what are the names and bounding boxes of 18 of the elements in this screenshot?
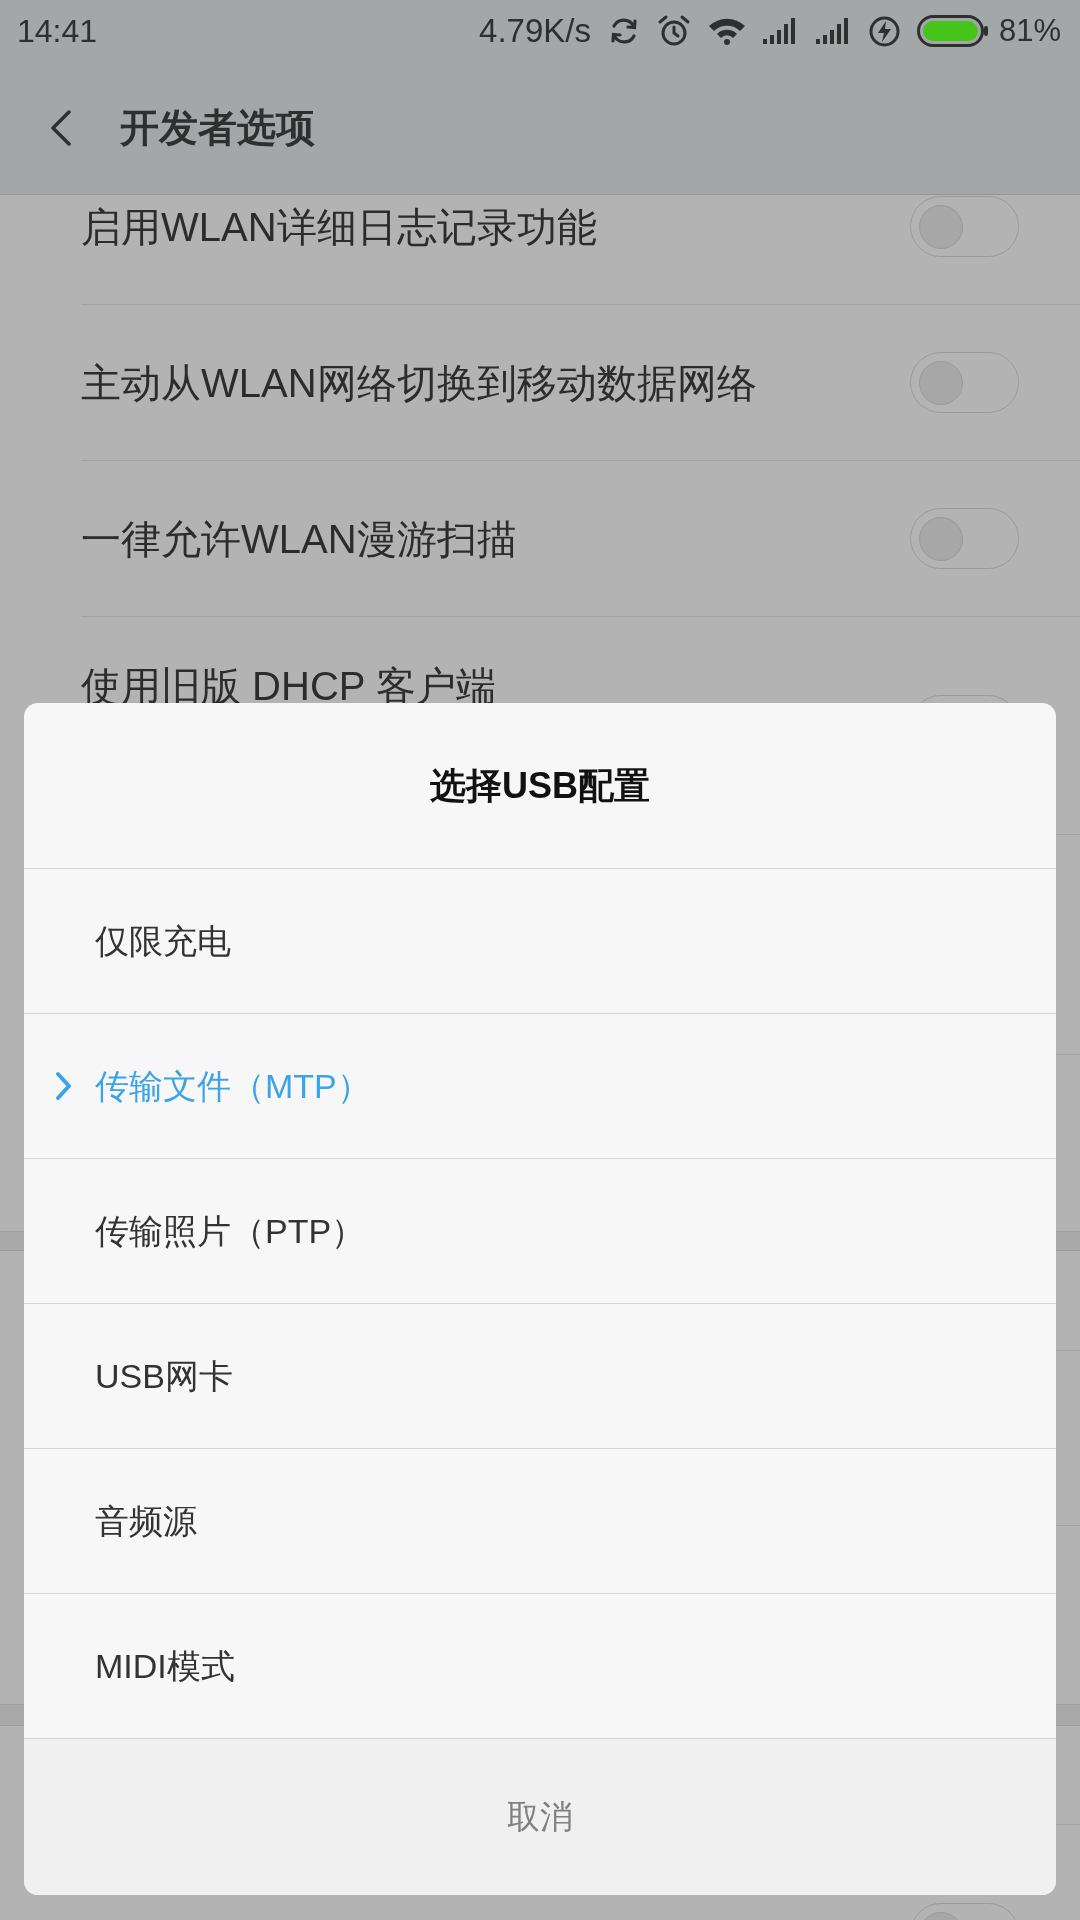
back-icon[interactable]	[50, 110, 72, 146]
alarm-clock-icon	[656, 14, 691, 48]
battery-percent: 81%	[998, 11, 1061, 50]
setting-title: 一律允许WLAN漫游扫描	[81, 515, 517, 563]
battery-icon	[916, 15, 989, 47]
setting-title: 主动从WLAN网络切换到移动数据网络	[81, 359, 757, 407]
chevron-right-icon	[55, 1071, 72, 1101]
status-time: 14:41	[17, 12, 98, 51]
usb-option[interactable]: 音频源	[24, 1449, 1056, 1594]
wifi-icon	[707, 17, 746, 45]
usb-option[interactable]: 仅限充电	[24, 869, 1056, 1014]
network-speed: 4.79K/s	[479, 11, 591, 52]
page-title: 开发者选项	[120, 104, 315, 151]
usb-option[interactable]: 传输照片（PTP）	[24, 1159, 1056, 1304]
dialog-title: 选择USB配置	[430, 763, 650, 808]
usb-option[interactable]: USB网卡	[24, 1304, 1056, 1449]
charging-bolt-icon	[868, 15, 900, 47]
setting-title: 启用WLAN详细日志记录功能	[81, 203, 597, 251]
